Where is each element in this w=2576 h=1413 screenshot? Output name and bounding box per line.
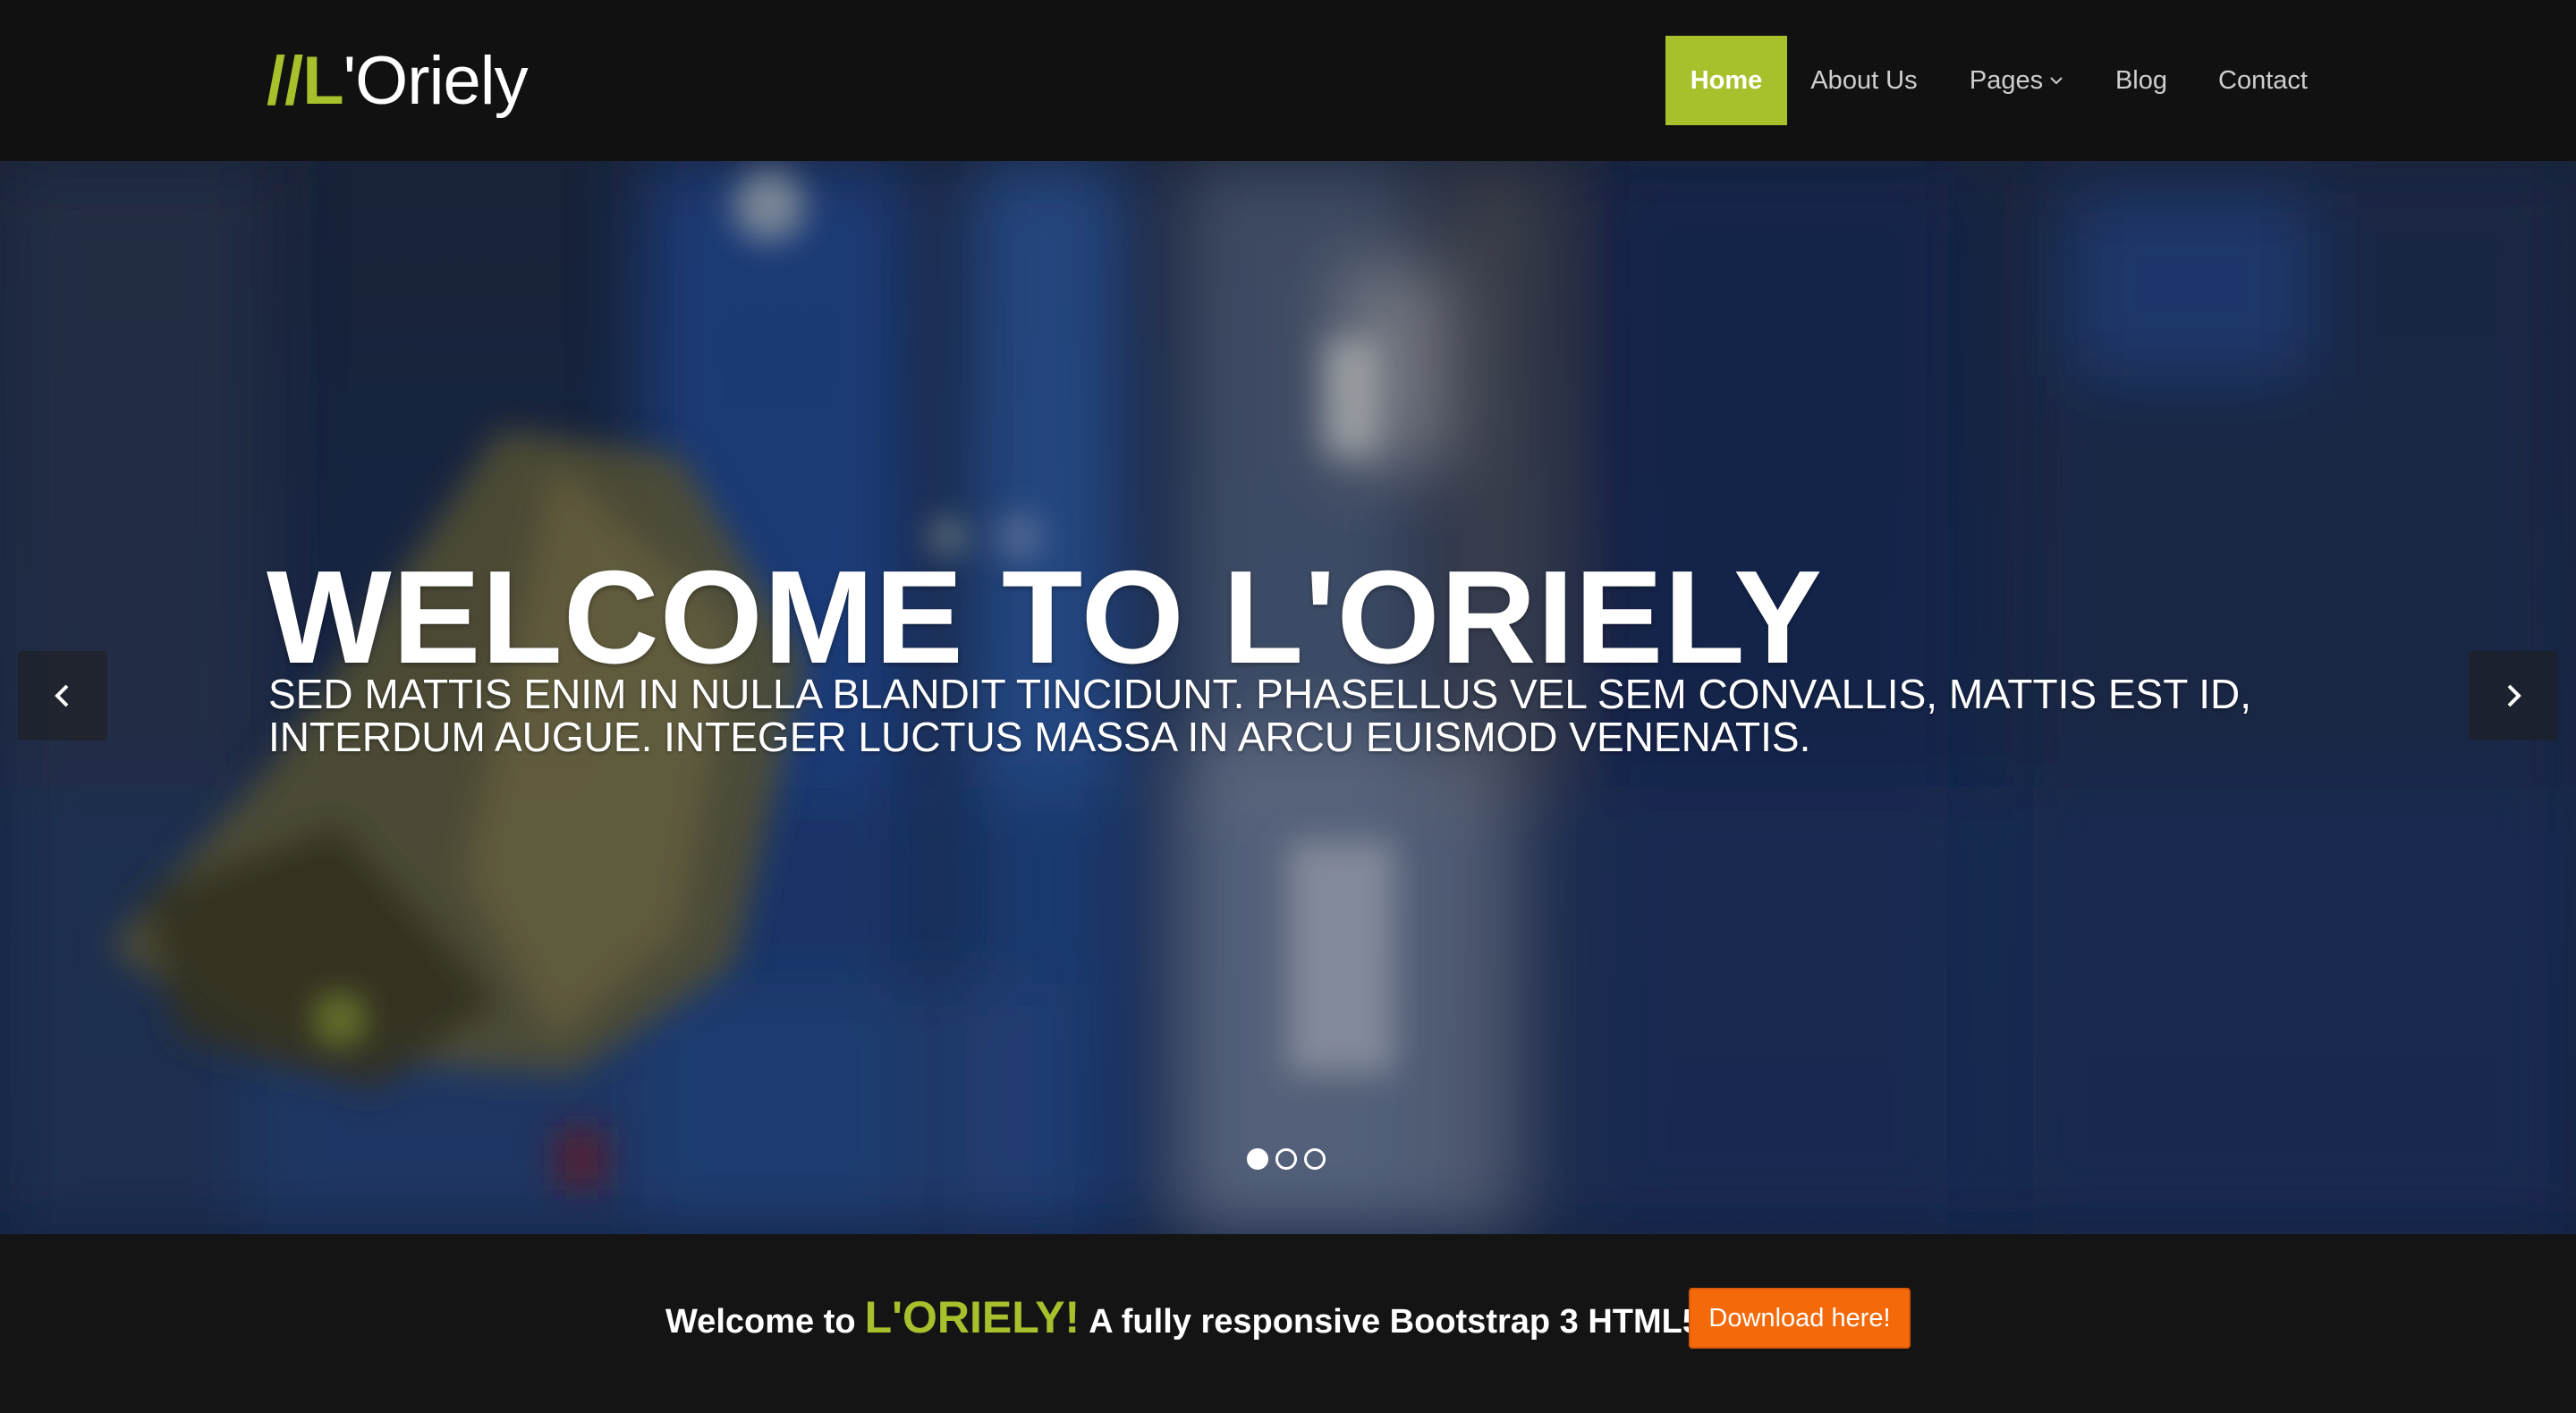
promo-tail: A fully responsive Bootstrap 3 HTML5! <box>1089 1303 1713 1341</box>
hero-subtitle: SED MATTIS ENIM IN NULLA BLANDIT TINCIDU… <box>268 671 2252 760</box>
nav-item-pages-label: Pages <box>1969 65 2044 95</box>
hero-title: WELCOME TO L'ORIELY <box>267 544 1823 691</box>
navbar: //L'Oriely Home About Us Pages Blog Cont… <box>0 0 2576 161</box>
nav-item-pages[interactable]: Pages <box>1959 36 2075 125</box>
nav-item-blog[interactable]: Blog <box>2104 36 2179 125</box>
carousel-next-button[interactable] <box>2469 651 2558 740</box>
carousel-indicator[interactable] <box>1247 1148 1268 1170</box>
main-nav: Home About Us Pages Blog Contact <box>0 36 2576 125</box>
promo-lead: Welcome to <box>665 1303 856 1341</box>
promo-bar: Welcome to L'ORIELY! A fully responsive … <box>0 1234 2576 1413</box>
chevron-down-icon <box>2050 77 2063 85</box>
hero-carousel: WELCOME TO L'ORIELY SED MATTIS ENIM IN N… <box>0 161 2576 1234</box>
carousel-indicators <box>1247 1148 1326 1170</box>
carousel-indicator[interactable] <box>1275 1148 1297 1170</box>
nav-item-contact[interactable]: Contact <box>2209 36 2317 125</box>
nav-item-about-us[interactable]: About Us <box>1798 36 1930 125</box>
nav-item-home[interactable]: Home <box>1665 36 1787 125</box>
carousel-prev-button[interactable] <box>18 651 107 740</box>
promo-brand: L'ORIELY! <box>864 1292 1080 1342</box>
download-button[interactable]: Download here! <box>1689 1288 1911 1349</box>
chevron-left-icon <box>55 684 69 707</box>
chevron-right-icon <box>2507 684 2521 707</box>
carousel-indicator[interactable] <box>1304 1148 1326 1170</box>
promo-text: Welcome to L'ORIELY! A fully responsive … <box>665 1291 1713 1354</box>
